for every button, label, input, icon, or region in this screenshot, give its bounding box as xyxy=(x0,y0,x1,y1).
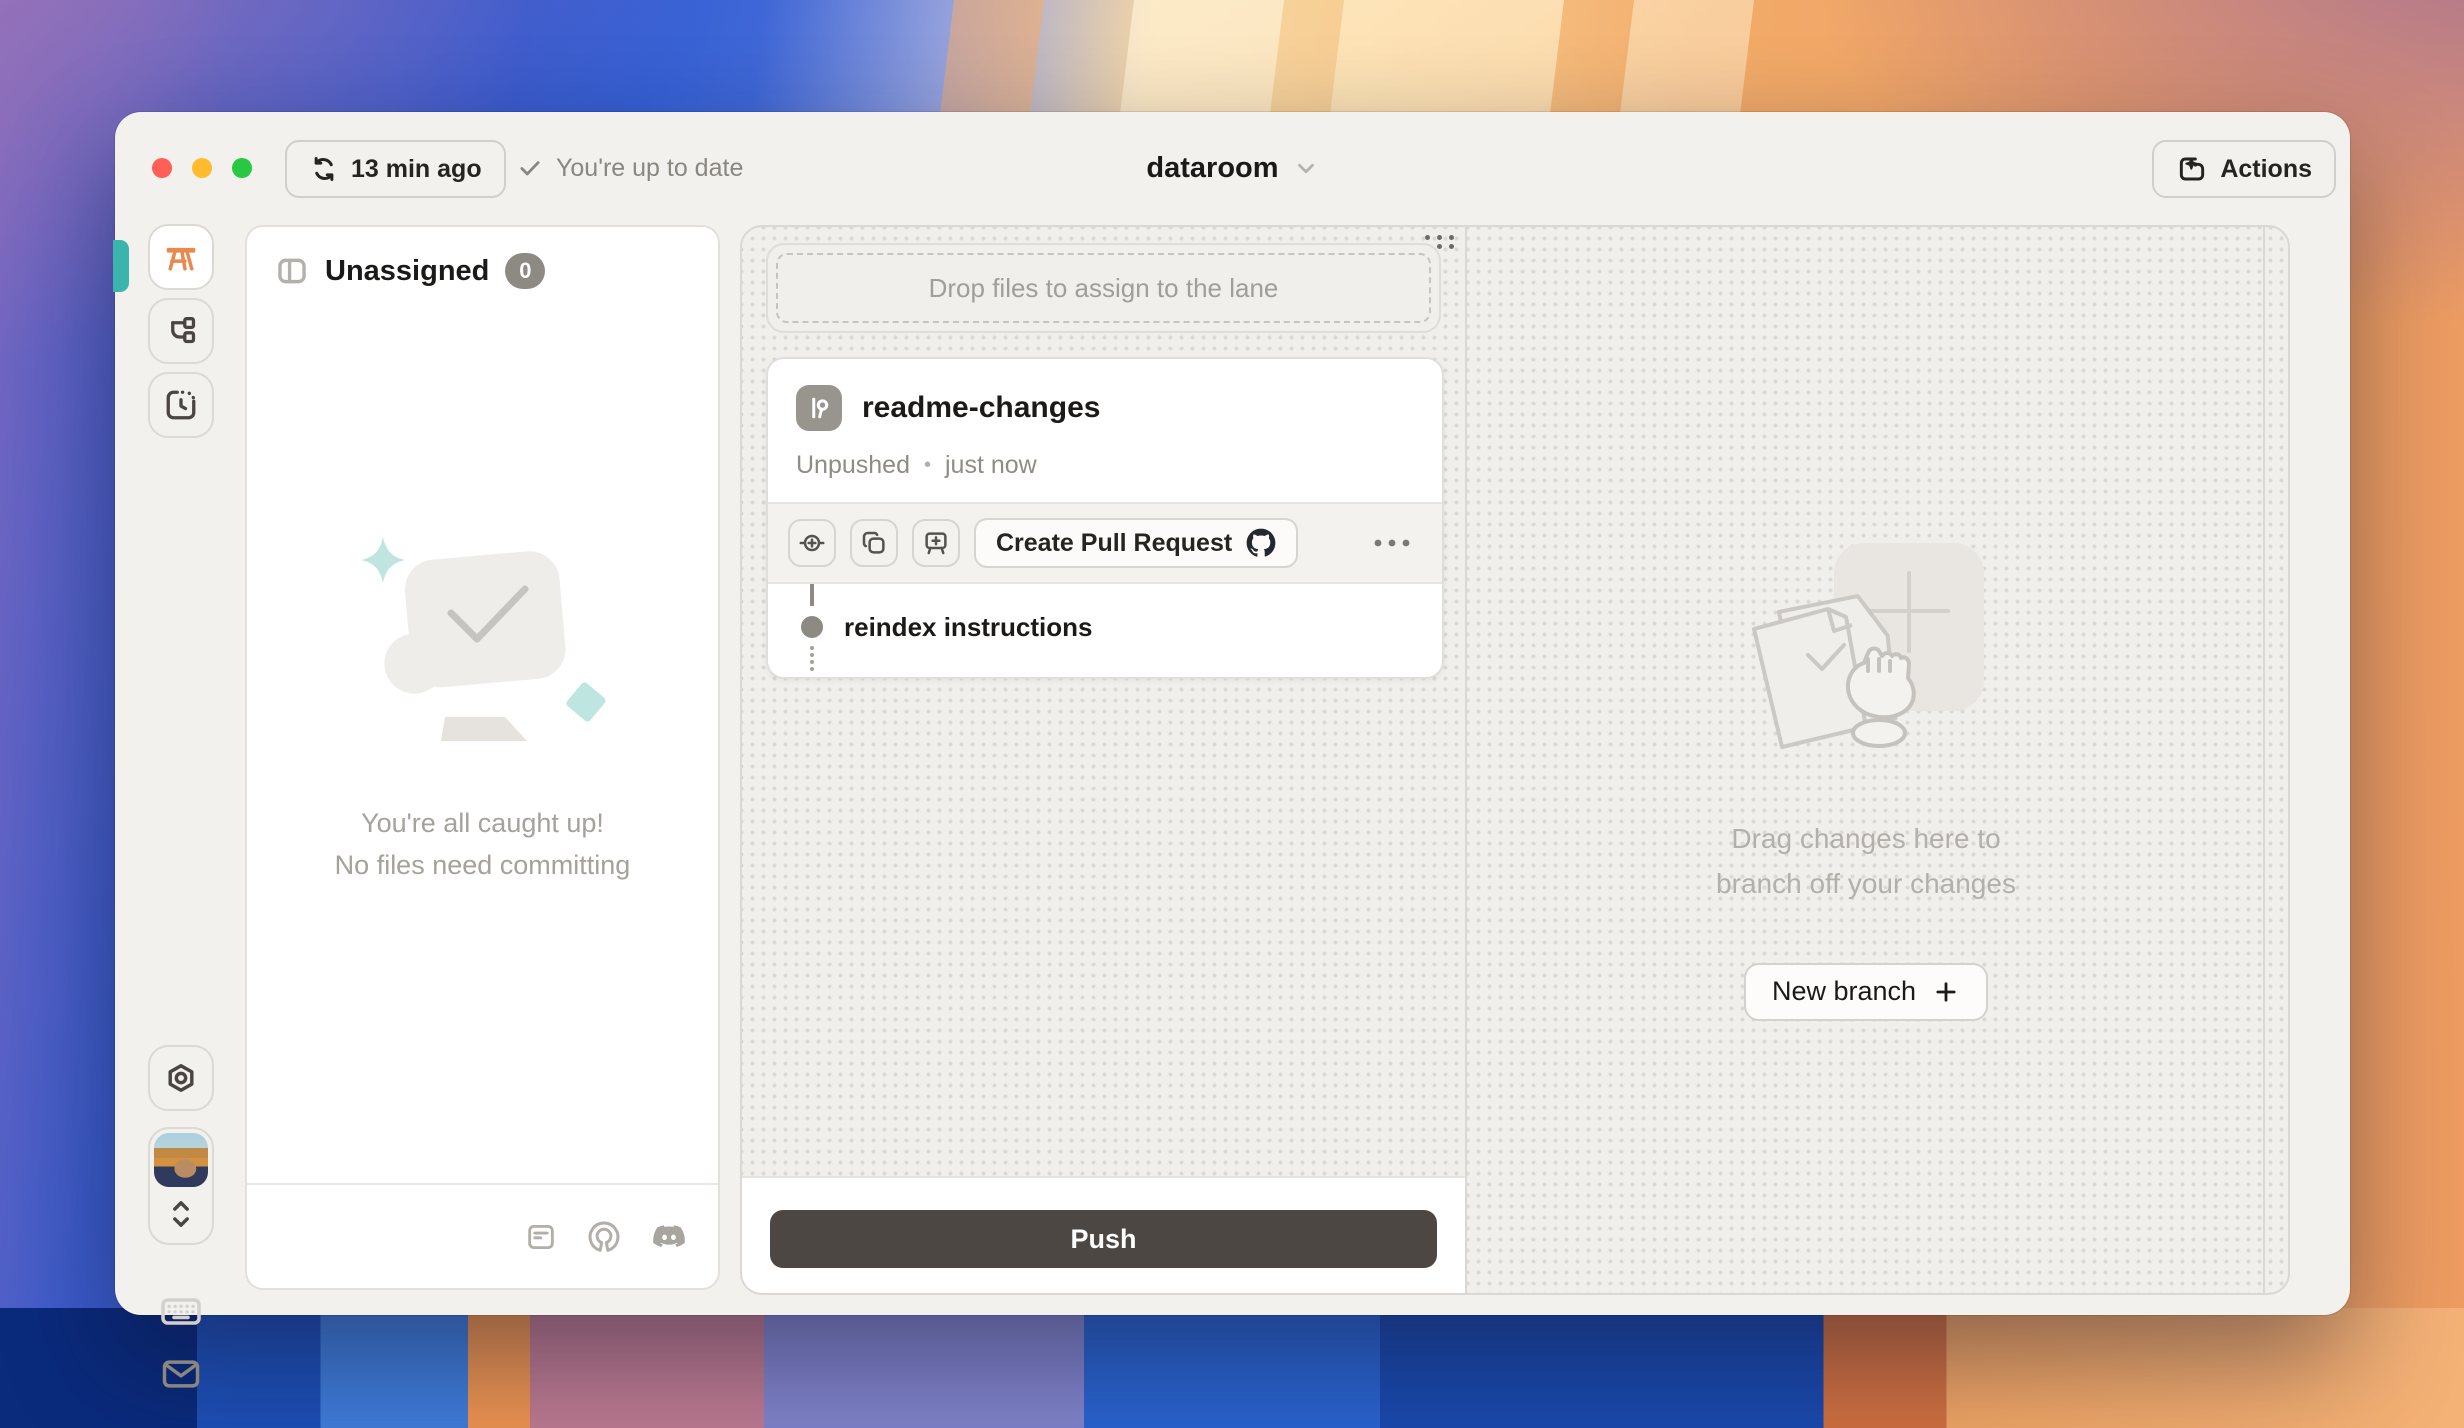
discord-icon xyxy=(650,1218,688,1256)
sidebar-item-history[interactable] xyxy=(148,372,214,438)
check-icon xyxy=(517,155,543,181)
new-branch-label: New branch xyxy=(1772,976,1916,1007)
branch-status: Unpushed xyxy=(796,451,910,480)
commit-line-bottom xyxy=(810,646,814,671)
actions-label: Actions xyxy=(2220,155,2312,184)
history-icon xyxy=(163,387,199,423)
branches-icon xyxy=(163,313,199,349)
new-branch-canvas: Drag changes here to branch off your cha… xyxy=(1467,227,2265,1293)
plus-icon xyxy=(1932,978,1960,1006)
new-branch-button[interactable]: New branch xyxy=(1744,963,1988,1021)
sync-status-button[interactable]: 13 min ago xyxy=(285,140,506,198)
unassigned-header: Unassigned 0 xyxy=(247,227,718,315)
branch-card-header[interactable]: readme-changes Unpushed • just now xyxy=(768,359,1442,502)
create-pr-label: Create Pull Request xyxy=(996,529,1232,558)
unassigned-title: Unassigned xyxy=(325,255,489,288)
github-icon xyxy=(1246,528,1276,558)
sync-icon xyxy=(309,154,339,184)
settings-icon xyxy=(163,1060,199,1096)
app-window: 13 min ago You're up to date dataroom xyxy=(115,112,2350,1315)
updown-chevron-icon xyxy=(150,1193,212,1235)
target-plus-icon xyxy=(797,528,827,558)
changelog-icon xyxy=(524,1220,558,1254)
unassigned-count-badge: 0 xyxy=(505,253,545,289)
active-tab-indicator xyxy=(113,240,129,292)
canvas-edge-divider[interactable] xyxy=(2263,227,2265,1293)
commit-message: reindex instructions xyxy=(844,612,1093,642)
zoom-button[interactable] xyxy=(232,158,252,178)
up-to-date-status: You're up to date xyxy=(517,112,743,224)
panel-footer xyxy=(247,1183,718,1288)
branch-actions-row: Create Pull Request xyxy=(768,502,1442,584)
sidebar-rail xyxy=(148,224,214,1290)
push-button[interactable]: Push xyxy=(770,1210,1437,1268)
commit-row[interactable]: reindex instructions xyxy=(768,584,1442,677)
project-switcher[interactable]: dataroom xyxy=(1146,152,1318,185)
project-name: dataroom xyxy=(1146,152,1278,185)
chevron-down-icon xyxy=(1293,155,1319,181)
mail-icon xyxy=(159,1352,203,1396)
copy-button[interactable] xyxy=(850,519,898,567)
sync-time-label: 13 min ago xyxy=(351,155,482,184)
status-label: You're up to date xyxy=(556,154,743,183)
caught-up-illustration xyxy=(353,527,613,757)
commit-target-button[interactable] xyxy=(788,519,836,567)
titlebar: 13 min ago You're up to date dataroom xyxy=(115,112,2350,224)
open-source-button[interactable] xyxy=(586,1219,622,1255)
lane-footer: Push xyxy=(742,1176,1465,1293)
workbench-icon xyxy=(162,238,200,276)
keyboard-shortcuts-button[interactable] xyxy=(157,1287,205,1335)
branch-time: just now xyxy=(945,451,1037,480)
settings-button[interactable] xyxy=(148,1045,214,1111)
wallpaper-bottom-stripes xyxy=(0,1308,2464,1428)
sidebar-item-branches[interactable] xyxy=(148,298,214,364)
apply-to-workspace-button[interactable] xyxy=(912,519,960,567)
dropzone-hint: Drop files to assign to the lane xyxy=(929,273,1279,304)
close-button[interactable] xyxy=(152,158,172,178)
desktop: 13 min ago You're up to date dataroom xyxy=(0,0,2464,1428)
branch-lane: Drop files to assign to the lane readme- xyxy=(742,227,1465,1293)
workspace-canvas: Drop files to assign to the lane readme- xyxy=(740,225,2290,1295)
bench-plus-icon xyxy=(921,528,951,558)
file-dropzone[interactable]: Drop files to assign to the lane xyxy=(766,243,1441,333)
branch-badge-icon xyxy=(796,385,842,431)
changelog-button[interactable] xyxy=(524,1220,558,1254)
create-pull-request-button[interactable]: Create Pull Request xyxy=(974,518,1298,568)
split-square-icon xyxy=(275,254,309,288)
commit-line-top xyxy=(810,584,814,606)
caught-up-empty-state: You're all caught up! No files need comm… xyxy=(247,527,718,887)
feedback-button[interactable] xyxy=(159,1352,203,1396)
avatar xyxy=(154,1133,208,1187)
actions-button[interactable]: Actions xyxy=(2152,140,2336,198)
canvas-hint-line2: branch off your changes xyxy=(1716,862,2016,907)
discord-button[interactable] xyxy=(650,1218,688,1256)
branch-card: readme-changes Unpushed • just now xyxy=(766,357,1444,679)
open-source-icon xyxy=(586,1219,622,1255)
canvas-hint-line1: Drag changes here to xyxy=(1716,817,2016,862)
minimize-button[interactable] xyxy=(192,158,212,178)
unassigned-panel: Unassigned 0 You're all caught up! No xyxy=(245,225,720,1290)
actions-sparkle-icon xyxy=(2176,153,2208,185)
meta-separator: • xyxy=(924,454,931,477)
sidebar-item-workspace[interactable] xyxy=(148,224,214,290)
empty-title: You're all caught up! xyxy=(335,803,631,845)
user-switcher[interactable] xyxy=(148,1127,214,1245)
keyboard-icon xyxy=(157,1287,205,1335)
drag-changes-illustration xyxy=(1716,537,2016,777)
ellipsis-icon[interactable] xyxy=(1372,537,1412,549)
copy-icon xyxy=(859,528,889,558)
empty-subtitle: No files need committing xyxy=(335,845,631,887)
commit-dot-icon xyxy=(801,616,823,638)
branch-name: readme-changes xyxy=(862,391,1100,425)
